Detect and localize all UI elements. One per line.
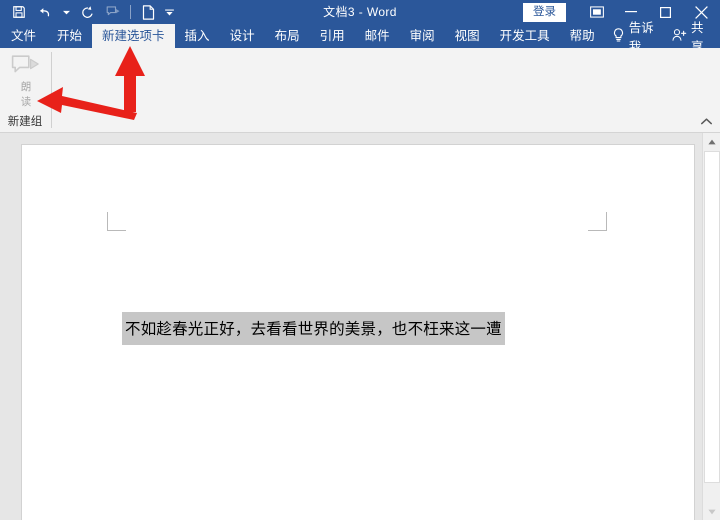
read-aloud-icon[interactable] [100, 1, 126, 23]
redo-icon[interactable] [74, 1, 100, 23]
new-document-icon[interactable] [135, 1, 161, 23]
word-application-window: 文档3 - Word 登录 文件 开始 新建选项卡 插入 设计 布局 引用 邮件… [0, 0, 720, 520]
quick-access-separator [130, 5, 131, 19]
tab-layout[interactable]: 布局 [265, 24, 310, 48]
tab-references[interactable]: 引用 [310, 24, 355, 48]
vertical-scrollbar[interactable] [702, 133, 720, 520]
tab-help[interactable]: 帮助 [560, 24, 605, 48]
read-aloud-icon [10, 53, 42, 79]
ribbon-content-area: 朗 读 新建组 [0, 48, 720, 133]
tab-review[interactable]: 审阅 [400, 24, 445, 48]
scroll-up-arrow-icon[interactable] [703, 133, 720, 150]
tell-me-button[interactable]: 告诉我 [605, 21, 662, 54]
tab-design[interactable]: 设计 [220, 24, 265, 48]
tab-bar-right-group: 告诉我 共享 [605, 21, 720, 54]
read-aloud-label-line2: 读 [20, 96, 32, 108]
tab-home[interactable]: 开始 [47, 24, 92, 48]
tab-new-tab[interactable]: 新建选项卡 [92, 24, 175, 48]
undo-dropdown-caret-icon[interactable] [58, 1, 74, 23]
customize-quick-access-caret-icon[interactable] [161, 1, 177, 23]
document-paragraph[interactable]: 不如趁春光正好，去看看世界的美景，也不枉来这一遭 [122, 312, 505, 345]
ribbon-group-divider [51, 52, 52, 128]
scrollbar-thumb[interactable] [704, 151, 720, 483]
read-aloud-button[interactable]: 朗 读 [6, 53, 46, 115]
ribbon-tab-bar: 文件 开始 新建选项卡 插入 设计 布局 引用 邮件 审阅 视图 开发工具 帮助… [0, 21, 720, 54]
ribbon-display-options-icon[interactable] [580, 0, 614, 24]
ribbon-group-new-group: 朗 读 新建组 [0, 48, 52, 131]
undo-icon[interactable] [32, 1, 58, 23]
tab-mailings[interactable]: 邮件 [355, 24, 400, 48]
tab-file[interactable]: 文件 [0, 24, 47, 48]
sign-in-button[interactable]: 登录 [523, 2, 566, 22]
quick-access-toolbar [0, 0, 177, 24]
tab-view[interactable]: 视图 [445, 24, 490, 48]
lightbulb-icon [613, 27, 624, 45]
scroll-down-arrow-icon[interactable] [703, 503, 720, 520]
margin-corner-top-left [107, 212, 126, 231]
person-add-icon [672, 28, 687, 45]
title-bar: 文档3 - Word 登录 [0, 0, 720, 24]
share-button[interactable]: 共享 [662, 21, 712, 54]
tab-insert[interactable]: 插入 [175, 24, 220, 48]
ribbon-group-title: 新建组 [7, 116, 43, 128]
save-icon[interactable] [6, 1, 32, 23]
tab-developer[interactable]: 开发工具 [490, 24, 560, 48]
document-workspace: 不如趁春光正好，去看看世界的美景，也不枉来这一遭 [0, 133, 720, 520]
read-aloud-label-line1: 朗 [20, 81, 32, 93]
document-page[interactable]: 不如趁春光正好，去看看世界的美景，也不枉来这一遭 [22, 145, 694, 520]
margin-corner-top-right [588, 212, 607, 231]
collapse-ribbon-icon[interactable] [698, 114, 714, 128]
